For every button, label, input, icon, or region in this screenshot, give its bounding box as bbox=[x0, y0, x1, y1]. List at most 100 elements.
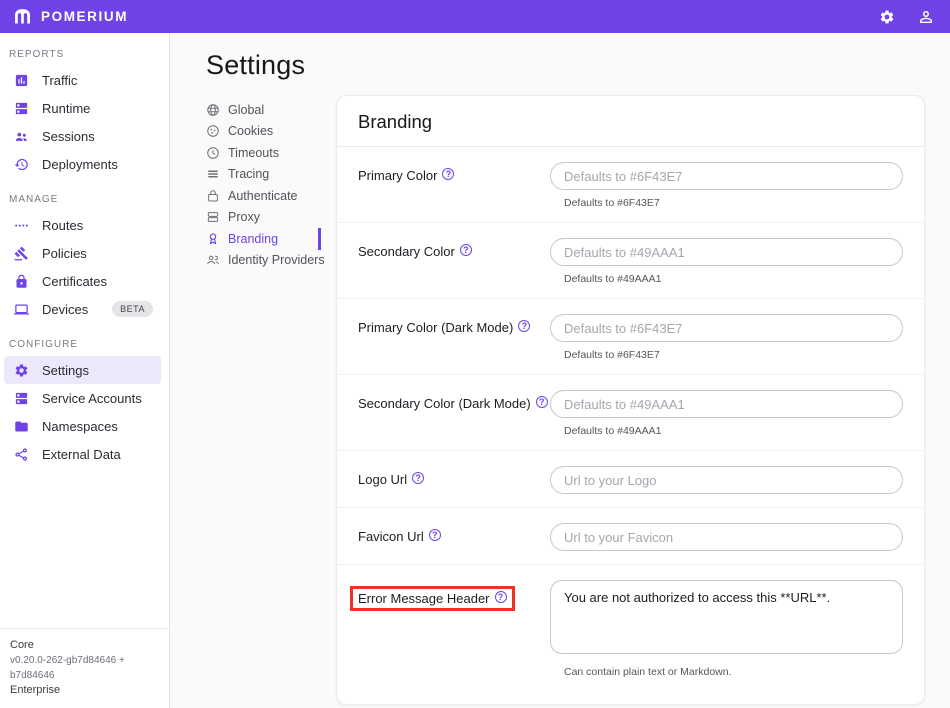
sidebar-item-label: Certificates bbox=[42, 274, 107, 289]
field-helper: Defaults to #6F43E7 bbox=[564, 197, 903, 209]
routes-icon bbox=[14, 218, 29, 233]
field-label: Logo Url? bbox=[358, 466, 550, 494]
help-icon[interactable]: ? bbox=[429, 529, 441, 541]
subnav-label: Timeouts bbox=[228, 146, 279, 160]
secondary-color-input[interactable] bbox=[550, 238, 903, 266]
branding-panel: Branding Primary Color? Defaults to #6F4… bbox=[336, 95, 925, 705]
favicon-url-input[interactable] bbox=[550, 523, 903, 551]
sidebar-item-runtime[interactable]: Runtime bbox=[4, 94, 161, 122]
subnav-label: Proxy bbox=[228, 210, 260, 224]
runtime-icon bbox=[14, 101, 29, 116]
sidebar-item-label: Namespaces bbox=[42, 419, 118, 434]
sidebar-item-devices[interactable]: Devices BETA bbox=[4, 295, 161, 323]
help-icon[interactable]: ? bbox=[442, 168, 454, 180]
subnav-item-cookies[interactable]: Cookies bbox=[206, 121, 321, 143]
field-helper: Can contain plain text or Markdown. bbox=[564, 666, 903, 678]
sidebar-section-reports: REPORTS Traffic Runtime Sessions Deploym… bbox=[0, 49, 169, 178]
sidebar-item-traffic[interactable]: Traffic bbox=[4, 66, 161, 94]
field-row-secondary-color-dark: Secondary Color (Dark Mode)? Defaults to… bbox=[337, 375, 924, 451]
subnav-label: Cookies bbox=[228, 124, 273, 138]
sidebar-item-routes[interactable]: Routes bbox=[4, 211, 161, 239]
field-helper: Defaults to #49AAA1 bbox=[564, 425, 903, 437]
sidebar-footer: Core v0.20.0-262-gb7d84646 + b7d84646 En… bbox=[0, 628, 169, 708]
footer-edition: Enterprise bbox=[10, 683, 159, 699]
sidebar-item-label: Devices bbox=[42, 302, 88, 317]
sidebar-item-external-data[interactable]: External Data bbox=[4, 440, 161, 468]
sidebar-item-label: External Data bbox=[42, 447, 121, 462]
sidebar-item-label: Policies bbox=[42, 246, 87, 261]
field-helper: Defaults to #6F43E7 bbox=[564, 349, 903, 361]
sidebar-item-deployments[interactable]: Deployments bbox=[4, 150, 161, 178]
globe-icon bbox=[206, 103, 220, 117]
section-label: CONFIGURE bbox=[9, 339, 169, 350]
sidebar-item-label: Service Accounts bbox=[42, 391, 142, 406]
field-label: Secondary Color (Dark Mode)? bbox=[358, 390, 550, 437]
subnav-item-tracing[interactable]: Tracing bbox=[206, 164, 321, 186]
sidebar-item-certificates[interactable]: Certificates bbox=[4, 267, 161, 295]
cookie-icon bbox=[206, 124, 220, 138]
field-label-text: Favicon Url bbox=[358, 529, 424, 544]
traffic-chart-icon bbox=[14, 73, 29, 88]
page-title: Settings bbox=[206, 50, 950, 81]
sidebar: REPORTS Traffic Runtime Sessions Deploym… bbox=[0, 33, 170, 708]
field-row-primary-color: Primary Color? Defaults to #6F43E7 bbox=[337, 147, 924, 223]
service-accounts-icon bbox=[14, 391, 29, 406]
subnav-item-timeouts[interactable]: Timeouts bbox=[206, 142, 321, 164]
brand: POMERIUM bbox=[12, 6, 128, 27]
annotation-highlight: Error Message Header? bbox=[350, 586, 515, 611]
primary-color-dark-input[interactable] bbox=[550, 314, 903, 342]
field-label-text: Error Message Header bbox=[358, 591, 490, 606]
subnav-label: Global bbox=[228, 103, 264, 117]
award-icon bbox=[206, 232, 220, 246]
certificates-icon bbox=[14, 274, 29, 289]
field-label-text: Secondary Color (Dark Mode) bbox=[358, 396, 531, 411]
lock-icon bbox=[206, 189, 220, 203]
subnav-item-authenticate[interactable]: Authenticate bbox=[206, 185, 321, 207]
policies-icon bbox=[14, 246, 29, 261]
secondary-color-dark-input[interactable] bbox=[550, 390, 903, 418]
sidebar-item-namespaces[interactable]: Namespaces bbox=[4, 412, 161, 440]
logo-url-input[interactable] bbox=[550, 466, 903, 494]
settings-icon bbox=[14, 363, 29, 378]
help-icon[interactable]: ? bbox=[536, 396, 548, 408]
section-label: REPORTS bbox=[9, 49, 169, 60]
subnav-label: Branding bbox=[228, 232, 278, 246]
sidebar-item-settings[interactable]: Settings bbox=[4, 356, 161, 384]
settings-subnav: Global Cookies Timeouts Tracing bbox=[206, 95, 321, 271]
namespaces-icon bbox=[14, 419, 29, 434]
field-label: Error Message Header? bbox=[358, 580, 550, 678]
sessions-icon bbox=[14, 129, 29, 144]
help-icon[interactable]: ? bbox=[412, 472, 424, 484]
tracing-icon bbox=[206, 167, 220, 181]
sidebar-section-configure: CONFIGURE Settings Service Accounts Name… bbox=[0, 339, 169, 468]
field-row-error-message-header: Error Message Header? You are not author… bbox=[337, 565, 924, 704]
error-message-header-textarea[interactable]: You are not authorized to access this **… bbox=[550, 580, 903, 654]
subnav-item-branding[interactable]: Branding bbox=[206, 228, 321, 250]
appbar-actions bbox=[879, 8, 935, 26]
sidebar-item-sessions[interactable]: Sessions bbox=[4, 122, 161, 150]
field-label: Primary Color (Dark Mode)? bbox=[358, 314, 550, 361]
panel-header: Branding bbox=[337, 96, 924, 147]
sidebar-item-service-accounts[interactable]: Service Accounts bbox=[4, 384, 161, 412]
user-icon[interactable] bbox=[917, 8, 935, 26]
subnav-item-proxy[interactable]: Proxy bbox=[206, 207, 321, 229]
sidebar-item-label: Deployments bbox=[42, 157, 118, 172]
sidebar-item-policies[interactable]: Policies bbox=[4, 239, 161, 267]
subnav-item-global[interactable]: Global bbox=[206, 99, 321, 121]
help-icon[interactable]: ? bbox=[495, 591, 507, 603]
help-icon[interactable]: ? bbox=[518, 320, 530, 332]
field-label: Secondary Color? bbox=[358, 238, 550, 285]
field-row-favicon-url: Favicon Url? bbox=[337, 508, 924, 565]
help-icon[interactable]: ? bbox=[460, 244, 472, 256]
field-row-primary-color-dark: Primary Color (Dark Mode)? Defaults to #… bbox=[337, 299, 924, 375]
gear-icon[interactable] bbox=[879, 9, 895, 25]
primary-color-input[interactable] bbox=[550, 162, 903, 190]
people-icon bbox=[206, 253, 220, 267]
proxy-icon bbox=[206, 210, 220, 224]
field-label-text: Primary Color (Dark Mode) bbox=[358, 320, 513, 335]
brand-name: POMERIUM bbox=[41, 9, 128, 24]
field-label-text: Logo Url bbox=[358, 472, 407, 487]
beta-badge: BETA bbox=[112, 301, 153, 317]
sidebar-item-label: Traffic bbox=[42, 73, 77, 88]
subnav-item-identity-providers[interactable]: Identity Providers bbox=[206, 250, 321, 272]
